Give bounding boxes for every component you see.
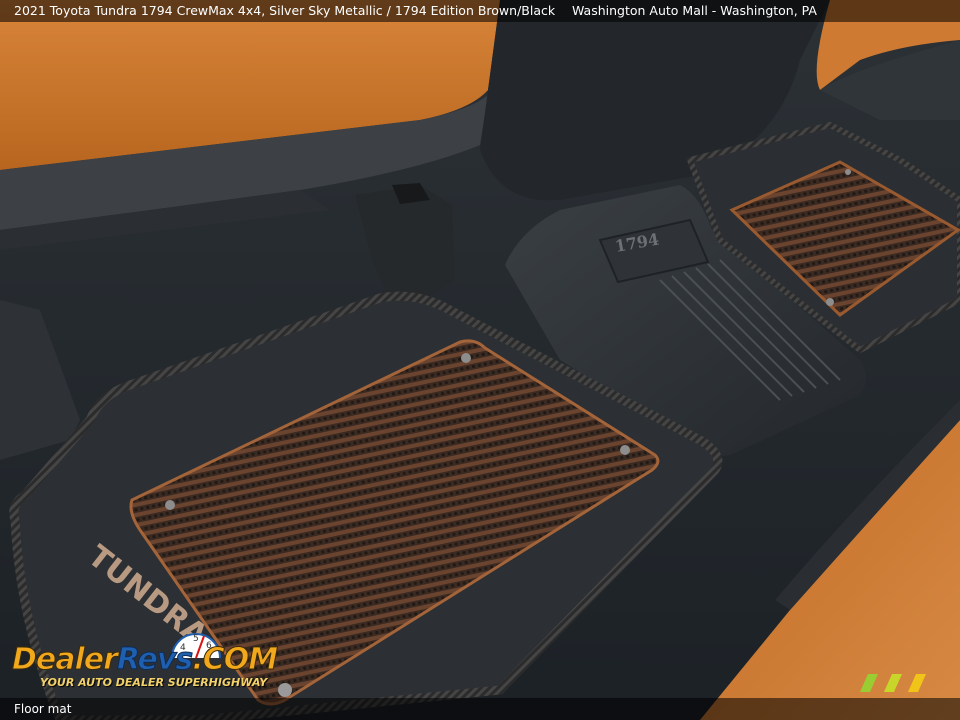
header-bar: 2021 Toyota Tundra 1794 CrewMax 4x4, Sil… [0,0,960,22]
dealer-location: Washington Auto Mall - Washington, PA [572,3,817,18]
wmm-logo-icon [860,674,926,692]
photo-viewer: TUNDRA 1794 2021 Toyota Tundra 1794 Crew… [0,0,960,720]
floor-mat-photo: TUNDRA 1794 [0,0,960,720]
caption-bar: Floor mat [0,698,960,720]
dealerrevs-tagline: YOUR AUTO DEALER SUPERHIGHWAY [40,676,268,689]
photo-caption: Floor mat [14,702,72,716]
vehicle-title: 2021 Toyota Tundra 1794 CrewMax 4x4, Sil… [14,3,556,18]
dealerrevs-logo: 4 5 6 DealerRevs.COM YOUR AUTO DEALER SU… [10,624,279,698]
dealerrevs-wordmark: DealerRevs.COM [12,642,279,678]
